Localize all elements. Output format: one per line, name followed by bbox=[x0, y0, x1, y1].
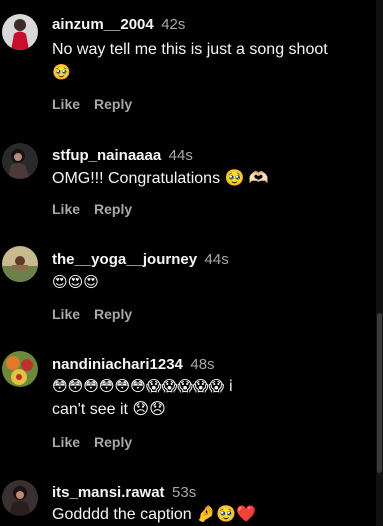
comment-text: OMG!!! Congratulations 🥹 🫶🏻 bbox=[52, 167, 362, 190]
username[interactable]: its_mansi.rawat bbox=[52, 484, 165, 501]
comment-actions: Like Reply bbox=[52, 95, 132, 113]
timestamp: 53s bbox=[172, 484, 197, 501]
comments-feed: ainzum__2004 42s No way tell me this is … bbox=[0, 0, 383, 526]
reply-button[interactable]: Reply bbox=[94, 306, 132, 322]
comment-text: 😍😍😍 bbox=[52, 271, 362, 294]
comment-text-line: 😳😳😳😳😳😳😱😱😱😱😱 i bbox=[52, 377, 233, 395]
username[interactable]: ainzum__2004 bbox=[52, 16, 154, 33]
comment-header: its_mansi.rawat 53s bbox=[52, 484, 196, 502]
comment-text-line: No way tell me this is just a song shoot bbox=[52, 41, 328, 58]
comment-text: 😳😳😳😳😳😳😱😱😱😱😱 i can't see it 😞😞 bbox=[52, 375, 362, 421]
username[interactable]: stfup_nainaaaa bbox=[52, 147, 161, 164]
avatar[interactable] bbox=[2, 246, 38, 282]
avatar[interactable] bbox=[2, 143, 38, 179]
comment-text: No way tell me this is just a song shoot… bbox=[52, 38, 362, 84]
comment-actions: Like Reply bbox=[52, 200, 132, 218]
comment-header: the__yoga__journey 44s bbox=[52, 251, 229, 269]
comment-text-line: OMG!!! Congratulations 🥹 🫶🏻 bbox=[52, 170, 269, 187]
timestamp: 48s bbox=[190, 356, 215, 373]
reply-button[interactable]: Reply bbox=[94, 96, 132, 112]
comment-actions: Like Reply bbox=[52, 305, 132, 323]
comment-actions: Like Reply bbox=[52, 433, 132, 451]
username[interactable]: nandiniachari1234 bbox=[52, 356, 183, 373]
like-button[interactable]: Like bbox=[52, 306, 80, 322]
username[interactable]: the__yoga__journey bbox=[52, 251, 197, 268]
like-button[interactable]: Like bbox=[52, 434, 80, 450]
avatar[interactable] bbox=[2, 480, 38, 516]
avatar[interactable] bbox=[2, 351, 38, 387]
timestamp: 44s bbox=[204, 251, 229, 268]
timestamp: 42s bbox=[161, 16, 186, 33]
comment-text: Godddd the caption 🤌🥹❤️ bbox=[52, 503, 362, 526]
like-button[interactable]: Like bbox=[52, 96, 80, 112]
comment-header: nandiniachari1234 48s bbox=[52, 356, 215, 374]
scrollbar-thumb[interactable] bbox=[377, 313, 382, 473]
avatar[interactable] bbox=[2, 14, 38, 50]
comment-header: ainzum__2004 42s bbox=[52, 16, 185, 34]
comment-text-line: 😍😍😍 bbox=[52, 273, 99, 291]
reply-button[interactable]: Reply bbox=[94, 201, 132, 217]
comment-text-line: 🥹 bbox=[52, 63, 71, 81]
comment-header: stfup_nainaaaa 44s bbox=[52, 147, 193, 165]
scrollbar[interactable] bbox=[376, 0, 383, 526]
comment-text-line: can't see it 😞😞 bbox=[52, 401, 166, 418]
like-button[interactable]: Like bbox=[52, 201, 80, 217]
timestamp: 44s bbox=[168, 147, 193, 164]
comment-text-line: Godddd the caption 🤌🥹❤️ bbox=[52, 506, 256, 523]
reply-button[interactable]: Reply bbox=[94, 434, 132, 450]
